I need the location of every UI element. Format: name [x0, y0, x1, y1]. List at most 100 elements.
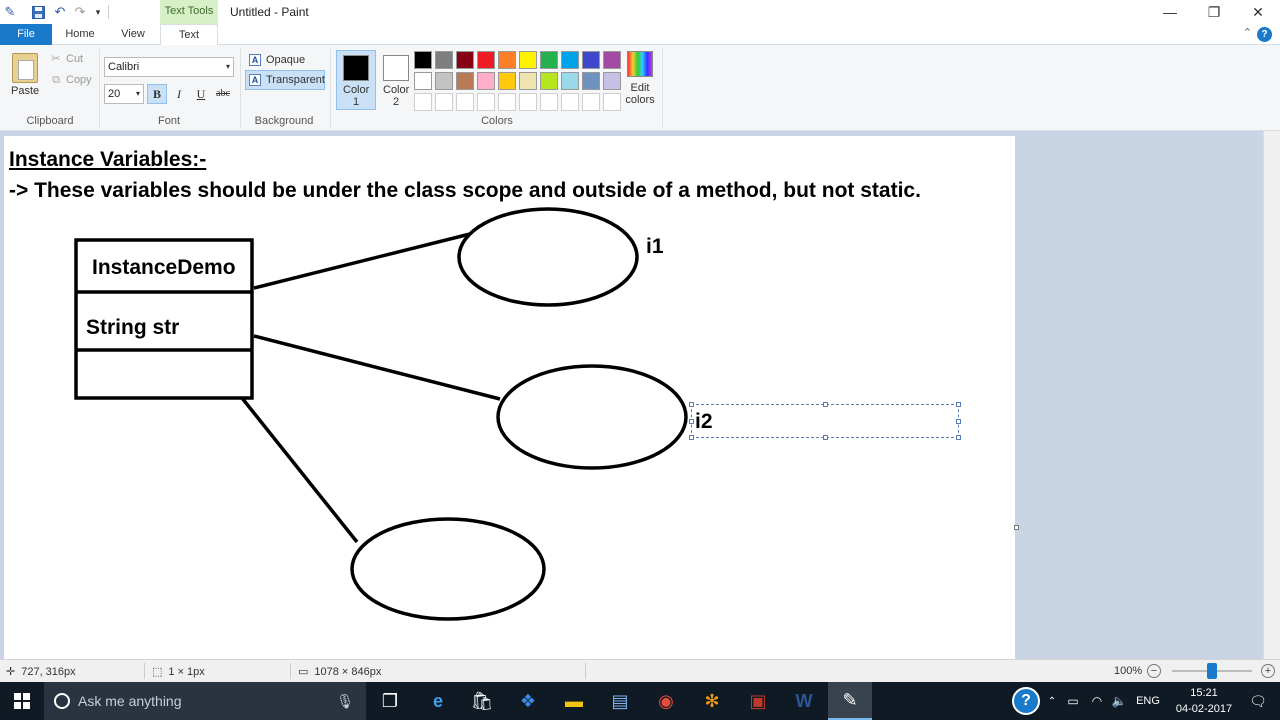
palette-empty-swatch[interactable]	[540, 93, 558, 111]
palette-color-swatch[interactable]	[582, 51, 600, 69]
store-icon[interactable]: 🛍	[460, 682, 504, 720]
palette-color-swatch[interactable]	[414, 51, 432, 69]
paint-app-icon[interactable]: ✎	[2, 4, 18, 20]
resize-handle[interactable]	[689, 435, 694, 440]
canvas-resize-handle[interactable]	[1014, 525, 1019, 530]
undo-icon[interactable]: ↶	[52, 4, 68, 20]
battery-icon[interactable]: ▭	[1064, 682, 1082, 720]
palette-color-swatch[interactable]	[498, 51, 516, 69]
close-button[interactable]: ✕	[1236, 0, 1280, 24]
file-explorer-icon[interactable]: ▬	[552, 682, 596, 720]
start-button[interactable]	[0, 682, 44, 720]
help-icon[interactable]: ?	[1257, 27, 1272, 42]
app-flower-icon[interactable]: ✻	[690, 682, 734, 720]
zoom-out-button[interactable]: −	[1147, 664, 1161, 678]
palette-color-swatch[interactable]	[540, 51, 558, 69]
chrome-icon[interactable]: ◉	[644, 682, 688, 720]
tab-file[interactable]: File	[0, 24, 52, 45]
redo-icon[interactable]: ↷	[72, 4, 88, 20]
language-indicator[interactable]: ENG	[1134, 682, 1162, 720]
drawing-canvas[interactable]: Instance Variables:- -> These variables …	[4, 136, 1015, 659]
palette-color-swatch[interactable]	[561, 51, 579, 69]
palette-color-swatch[interactable]	[561, 72, 579, 90]
palette-empty-swatch[interactable]	[435, 93, 453, 111]
resize-handle[interactable]	[956, 402, 961, 407]
palette-color-swatch[interactable]	[498, 72, 516, 90]
palette-color-swatch[interactable]	[435, 72, 453, 90]
palette-empty-swatch[interactable]	[603, 93, 621, 111]
strikethrough-button[interactable]: abc	[213, 84, 233, 104]
customize-toolbar-icon[interactable]: ▾	[90, 4, 106, 20]
zoom-slider-thumb[interactable]	[1207, 663, 1217, 679]
cut-label: Cut	[66, 53, 84, 65]
zoom-in-button[interactable]: +	[1261, 664, 1275, 678]
transparent-option[interactable]: A Transparent	[245, 70, 325, 90]
tab-view[interactable]: View	[110, 24, 156, 45]
underline-button[interactable]: U	[191, 84, 211, 104]
palette-color-swatch[interactable]	[477, 51, 495, 69]
resize-handle[interactable]	[689, 402, 694, 407]
palette-color-swatch[interactable]	[582, 72, 600, 90]
resize-handle[interactable]	[823, 435, 828, 440]
volume-icon[interactable]: 🔈	[1110, 682, 1128, 720]
tab-home[interactable]: Home	[56, 24, 104, 45]
cut-button[interactable]: ✂ Cut	[50, 53, 83, 65]
reference-line-i2	[253, 334, 501, 401]
clock-date: 04-02-2017	[1175, 703, 1233, 715]
network-icon[interactable]: ◠	[1088, 682, 1106, 720]
palette-color-swatch[interactable]	[603, 72, 621, 90]
dropbox-icon[interactable]: ❖	[506, 682, 550, 720]
palette-color-swatch[interactable]	[603, 51, 621, 69]
italic-button[interactable]: I	[169, 84, 189, 104]
resize-handle[interactable]	[823, 402, 828, 407]
tab-text[interactable]: Text	[160, 24, 218, 46]
palette-empty-swatch[interactable]	[414, 93, 432, 111]
bold-button[interactable]: B	[147, 84, 167, 104]
resize-handle[interactable]	[956, 435, 961, 440]
font-family-select[interactable]: Calibri ▾	[104, 57, 234, 77]
palette-empty-swatch[interactable]	[456, 93, 474, 111]
clock[interactable]: 15:21 04-02-2017	[1172, 685, 1236, 717]
help-tray-icon[interactable]: ?	[1004, 682, 1048, 720]
palette-empty-swatch[interactable]	[477, 93, 495, 111]
resize-handle[interactable]	[689, 419, 694, 424]
palette-color-swatch[interactable]	[519, 72, 537, 90]
palette-color-swatch[interactable]	[435, 51, 453, 69]
palette-color-swatch[interactable]	[456, 51, 474, 69]
color2-button[interactable]: Color 2	[376, 50, 416, 110]
collapse-ribbon-icon[interactable]: ⌃	[1243, 26, 1252, 39]
palette-empty-swatch[interactable]	[561, 93, 579, 111]
notifications-icon[interactable]: 🗨	[1236, 682, 1280, 720]
app-game-icon[interactable]: ▣	[736, 682, 780, 720]
palette-color-swatch[interactable]	[414, 72, 432, 90]
status-divider	[585, 663, 586, 679]
palette-empty-swatch[interactable]	[498, 93, 516, 111]
save-icon[interactable]	[30, 4, 46, 20]
opaque-option[interactable]: A Opaque	[245, 50, 325, 70]
edit-colors-button[interactable]: Edit colors	[622, 51, 658, 106]
microphone-icon[interactable]: 🎙	[336, 693, 354, 710]
copy-button[interactable]: ⧉ Copy	[50, 74, 92, 86]
vertical-scrollbar[interactable]	[1263, 131, 1280, 659]
show-hidden-icons[interactable]: ⌃	[1044, 682, 1060, 720]
minimize-button[interactable]: —	[1148, 0, 1192, 24]
paint-taskbar-icon[interactable]: ✎	[828, 682, 872, 720]
maximize-button[interactable]: ❐	[1192, 0, 1236, 24]
palette-empty-swatch[interactable]	[582, 93, 600, 111]
font-size-select[interactable]: 20 ▾	[104, 84, 144, 104]
color1-button[interactable]: Color 1	[336, 50, 376, 110]
resize-handle[interactable]	[956, 419, 961, 424]
palette-color-swatch[interactable]	[477, 72, 495, 90]
text-input-box[interactable]	[689, 402, 961, 440]
cortana-search-box[interactable]: Ask me anything 🎙	[44, 682, 366, 720]
palette-empty-swatch[interactable]	[519, 93, 537, 111]
palette-color-swatch[interactable]	[540, 72, 558, 90]
task-view-icon[interactable]: ❐	[368, 682, 412, 720]
color-palette	[414, 51, 621, 111]
selection-size: ⬚ 1 × 1px	[152, 665, 205, 679]
edge-icon[interactable]: e	[416, 682, 460, 720]
document-icon[interactable]: ▤	[598, 682, 642, 720]
palette-color-swatch[interactable]	[519, 51, 537, 69]
word-icon[interactable]: W	[782, 682, 826, 720]
palette-color-swatch[interactable]	[456, 72, 474, 90]
